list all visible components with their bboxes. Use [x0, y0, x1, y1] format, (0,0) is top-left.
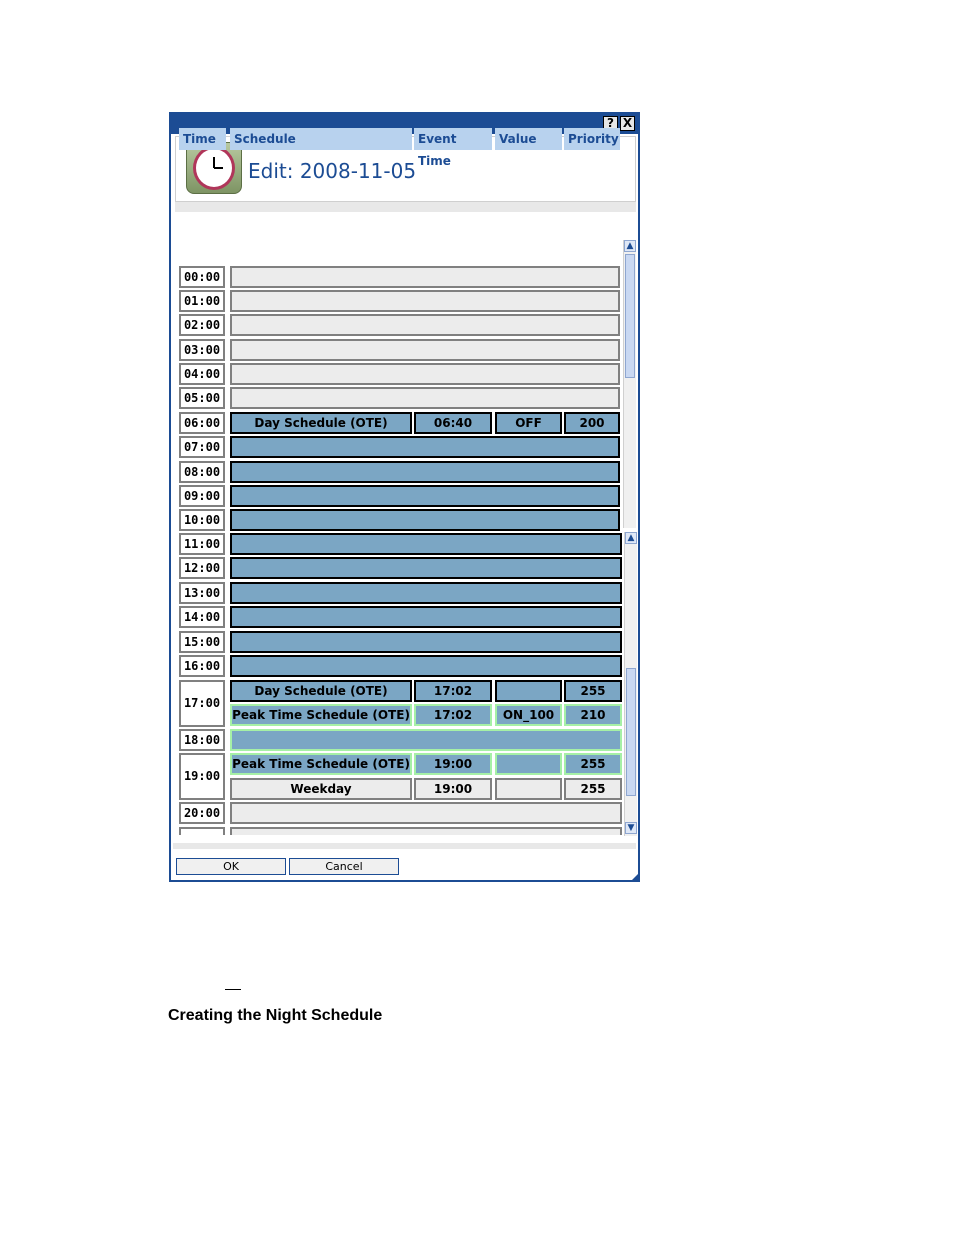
schedule-bar[interactable]	[230, 631, 622, 653]
schedule-bar[interactable]	[230, 729, 622, 751]
time-label: 12:00	[179, 557, 225, 579]
time-label: 14:00	[179, 606, 225, 628]
time-label: 02:00	[179, 314, 225, 336]
event-schedule[interactable]: Peak Time Schedule (OTE)	[230, 753, 412, 775]
resize-grip-icon[interactable]	[630, 872, 640, 882]
empty-slot[interactable]	[230, 314, 620, 336]
column-header-value: Value	[495, 128, 562, 150]
divider	[175, 202, 636, 212]
schedule-bar[interactable]	[230, 485, 620, 507]
column-header-priority: Priority	[564, 128, 620, 150]
empty-slot[interactable]	[230, 339, 620, 361]
event-value[interactable]	[495, 778, 562, 800]
time-label: 20:00	[179, 802, 225, 824]
event-priority[interactable]: 255	[564, 680, 622, 702]
column-header-schedule: Schedule	[230, 128, 412, 150]
empty-slot[interactable]	[230, 387, 620, 409]
schedule-bar[interactable]	[230, 509, 620, 531]
column-header-event-time: Event Time	[414, 128, 492, 168]
empty-slot[interactable]	[230, 290, 620, 312]
scrollbar-upper[interactable]: ▲	[623, 240, 636, 528]
time-label: 10:00	[179, 509, 225, 531]
time-label: 01:00	[179, 290, 225, 312]
section-heading: Creating the Night Schedule	[168, 1007, 383, 1024]
time-label: 00:00	[179, 266, 225, 288]
time-label: 09:00	[179, 485, 225, 507]
dialog-title: Edit: 2008-11-05	[248, 159, 417, 183]
schedule-bar[interactable]	[230, 606, 622, 628]
time-label: 04:00	[179, 363, 225, 385]
event-value[interactable]: OFF	[495, 412, 562, 434]
event-time[interactable]: 17:02	[414, 704, 492, 726]
scroll-thumb[interactable]	[626, 668, 636, 796]
column-header-time: Time	[179, 128, 226, 150]
cancel-button[interactable]: Cancel	[289, 858, 399, 875]
event-priority[interactable]: 255	[564, 753, 622, 775]
event-schedule[interactable]: Day Schedule (OTE)	[230, 680, 412, 702]
schedule-bar[interactable]	[230, 533, 622, 555]
time-label: 03:00	[179, 339, 225, 361]
partial-row	[179, 827, 622, 835]
event-schedule[interactable]: Weekday	[230, 778, 412, 800]
event-value[interactable]: ON_100	[495, 704, 562, 726]
time-label: 08:00	[179, 461, 225, 483]
time-label: 13:00	[179, 582, 225, 604]
divider	[173, 843, 636, 849]
event-schedule[interactable]: Peak Time Schedule (OTE)	[230, 704, 412, 726]
time-label: 16:00	[179, 655, 225, 677]
time-label: 05:00	[179, 387, 225, 409]
event-priority[interactable]: 255	[564, 778, 622, 800]
event-value[interactable]	[495, 753, 562, 775]
time-label: 15:00	[179, 631, 225, 653]
event-time[interactable]: 17:02	[414, 680, 492, 702]
empty-slot[interactable]	[230, 802, 622, 824]
schedule-bar[interactable]	[230, 655, 622, 677]
time-label: 11:00	[179, 533, 225, 555]
time-label: 18:00	[179, 729, 225, 751]
event-priority[interactable]: 210	[564, 704, 622, 726]
scrollbar-lower[interactable]: ▲ ▼	[624, 532, 637, 836]
schedule-bar[interactable]	[230, 461, 620, 483]
event-priority[interactable]: 200	[564, 412, 620, 434]
time-label: 07:00	[179, 436, 225, 458]
time-label: 19:00	[179, 753, 225, 800]
separator-mark	[225, 989, 241, 990]
close-button[interactable]: X	[620, 116, 635, 131]
time-label: 06:00	[179, 412, 225, 434]
schedule-bar[interactable]	[230, 436, 620, 458]
event-time[interactable]: 19:00	[414, 778, 492, 800]
schedule-bar[interactable]	[230, 557, 622, 579]
ok-button[interactable]: OK	[176, 858, 286, 875]
empty-slot[interactable]	[230, 363, 620, 385]
event-time[interactable]: 06:40	[414, 412, 492, 434]
event-time[interactable]: 19:00	[414, 753, 492, 775]
scroll-up-icon[interactable]: ▲	[625, 532, 637, 544]
scroll-up-icon[interactable]: ▲	[624, 240, 636, 252]
empty-slot[interactable]	[230, 266, 620, 288]
time-label: 17:00	[179, 680, 225, 727]
scroll-thumb[interactable]	[625, 254, 635, 378]
event-schedule[interactable]: Day Schedule (OTE)	[230, 412, 412, 434]
scroll-down-icon[interactable]: ▼	[625, 822, 637, 834]
schedule-bar[interactable]	[230, 582, 622, 604]
event-value[interactable]	[495, 680, 562, 702]
